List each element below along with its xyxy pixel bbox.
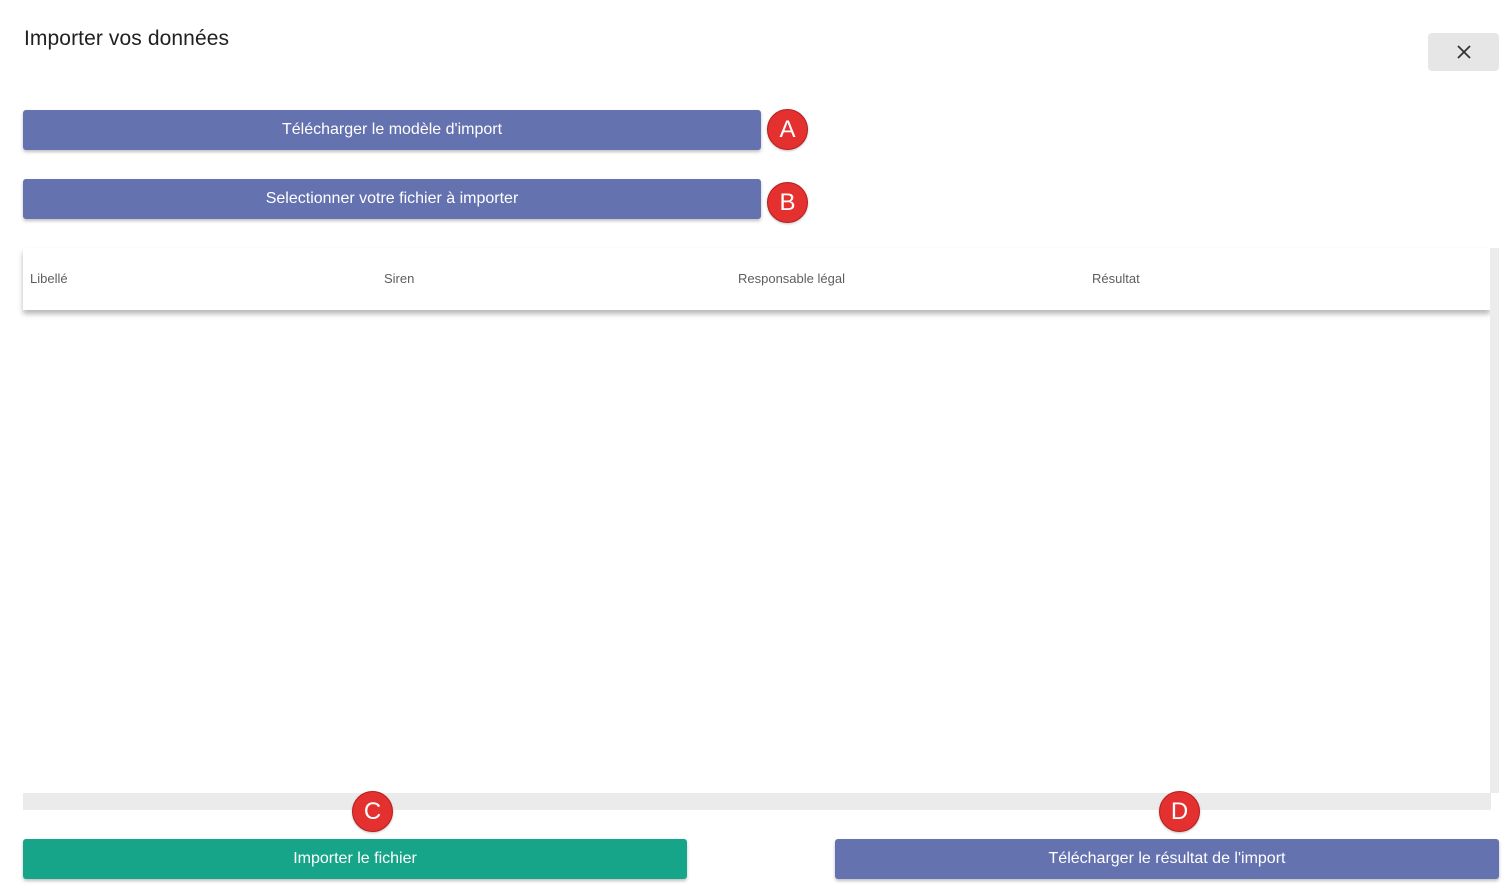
horizontal-scrollbar[interactable] [23,793,1491,810]
annotation-marker-a: A [767,109,808,150]
annotation-marker-b: B [767,182,808,223]
close-button[interactable] [1428,33,1499,71]
vertical-scrollbar[interactable] [1490,248,1499,793]
column-header-resultat[interactable]: Résultat [1085,248,1439,310]
column-header-responsable[interactable]: Responsable légal [731,248,1085,310]
table-header: Libellé Siren Responsable légal Résultat [23,248,1490,310]
import-table: Libellé Siren Responsable légal Résultat [23,248,1490,793]
download-template-button[interactable]: Télécharger le modèle d'import [23,110,761,150]
import-file-button[interactable]: Importer le fichier [23,839,687,879]
close-icon [1456,45,1471,59]
column-header-siren[interactable]: Siren [377,248,731,310]
column-header-libelle[interactable]: Libellé [23,248,377,310]
annotation-marker-d: D [1159,791,1200,832]
annotation-marker-c: C [352,791,393,832]
import-dialog: Importer vos données Télécharger le modè… [0,0,1510,887]
dialog-title: Importer vos données [24,27,230,50]
select-file-button[interactable]: Selectionner votre fichier à importer [23,179,761,219]
download-result-button[interactable]: Télécharger le résultat de l'import [835,839,1499,879]
